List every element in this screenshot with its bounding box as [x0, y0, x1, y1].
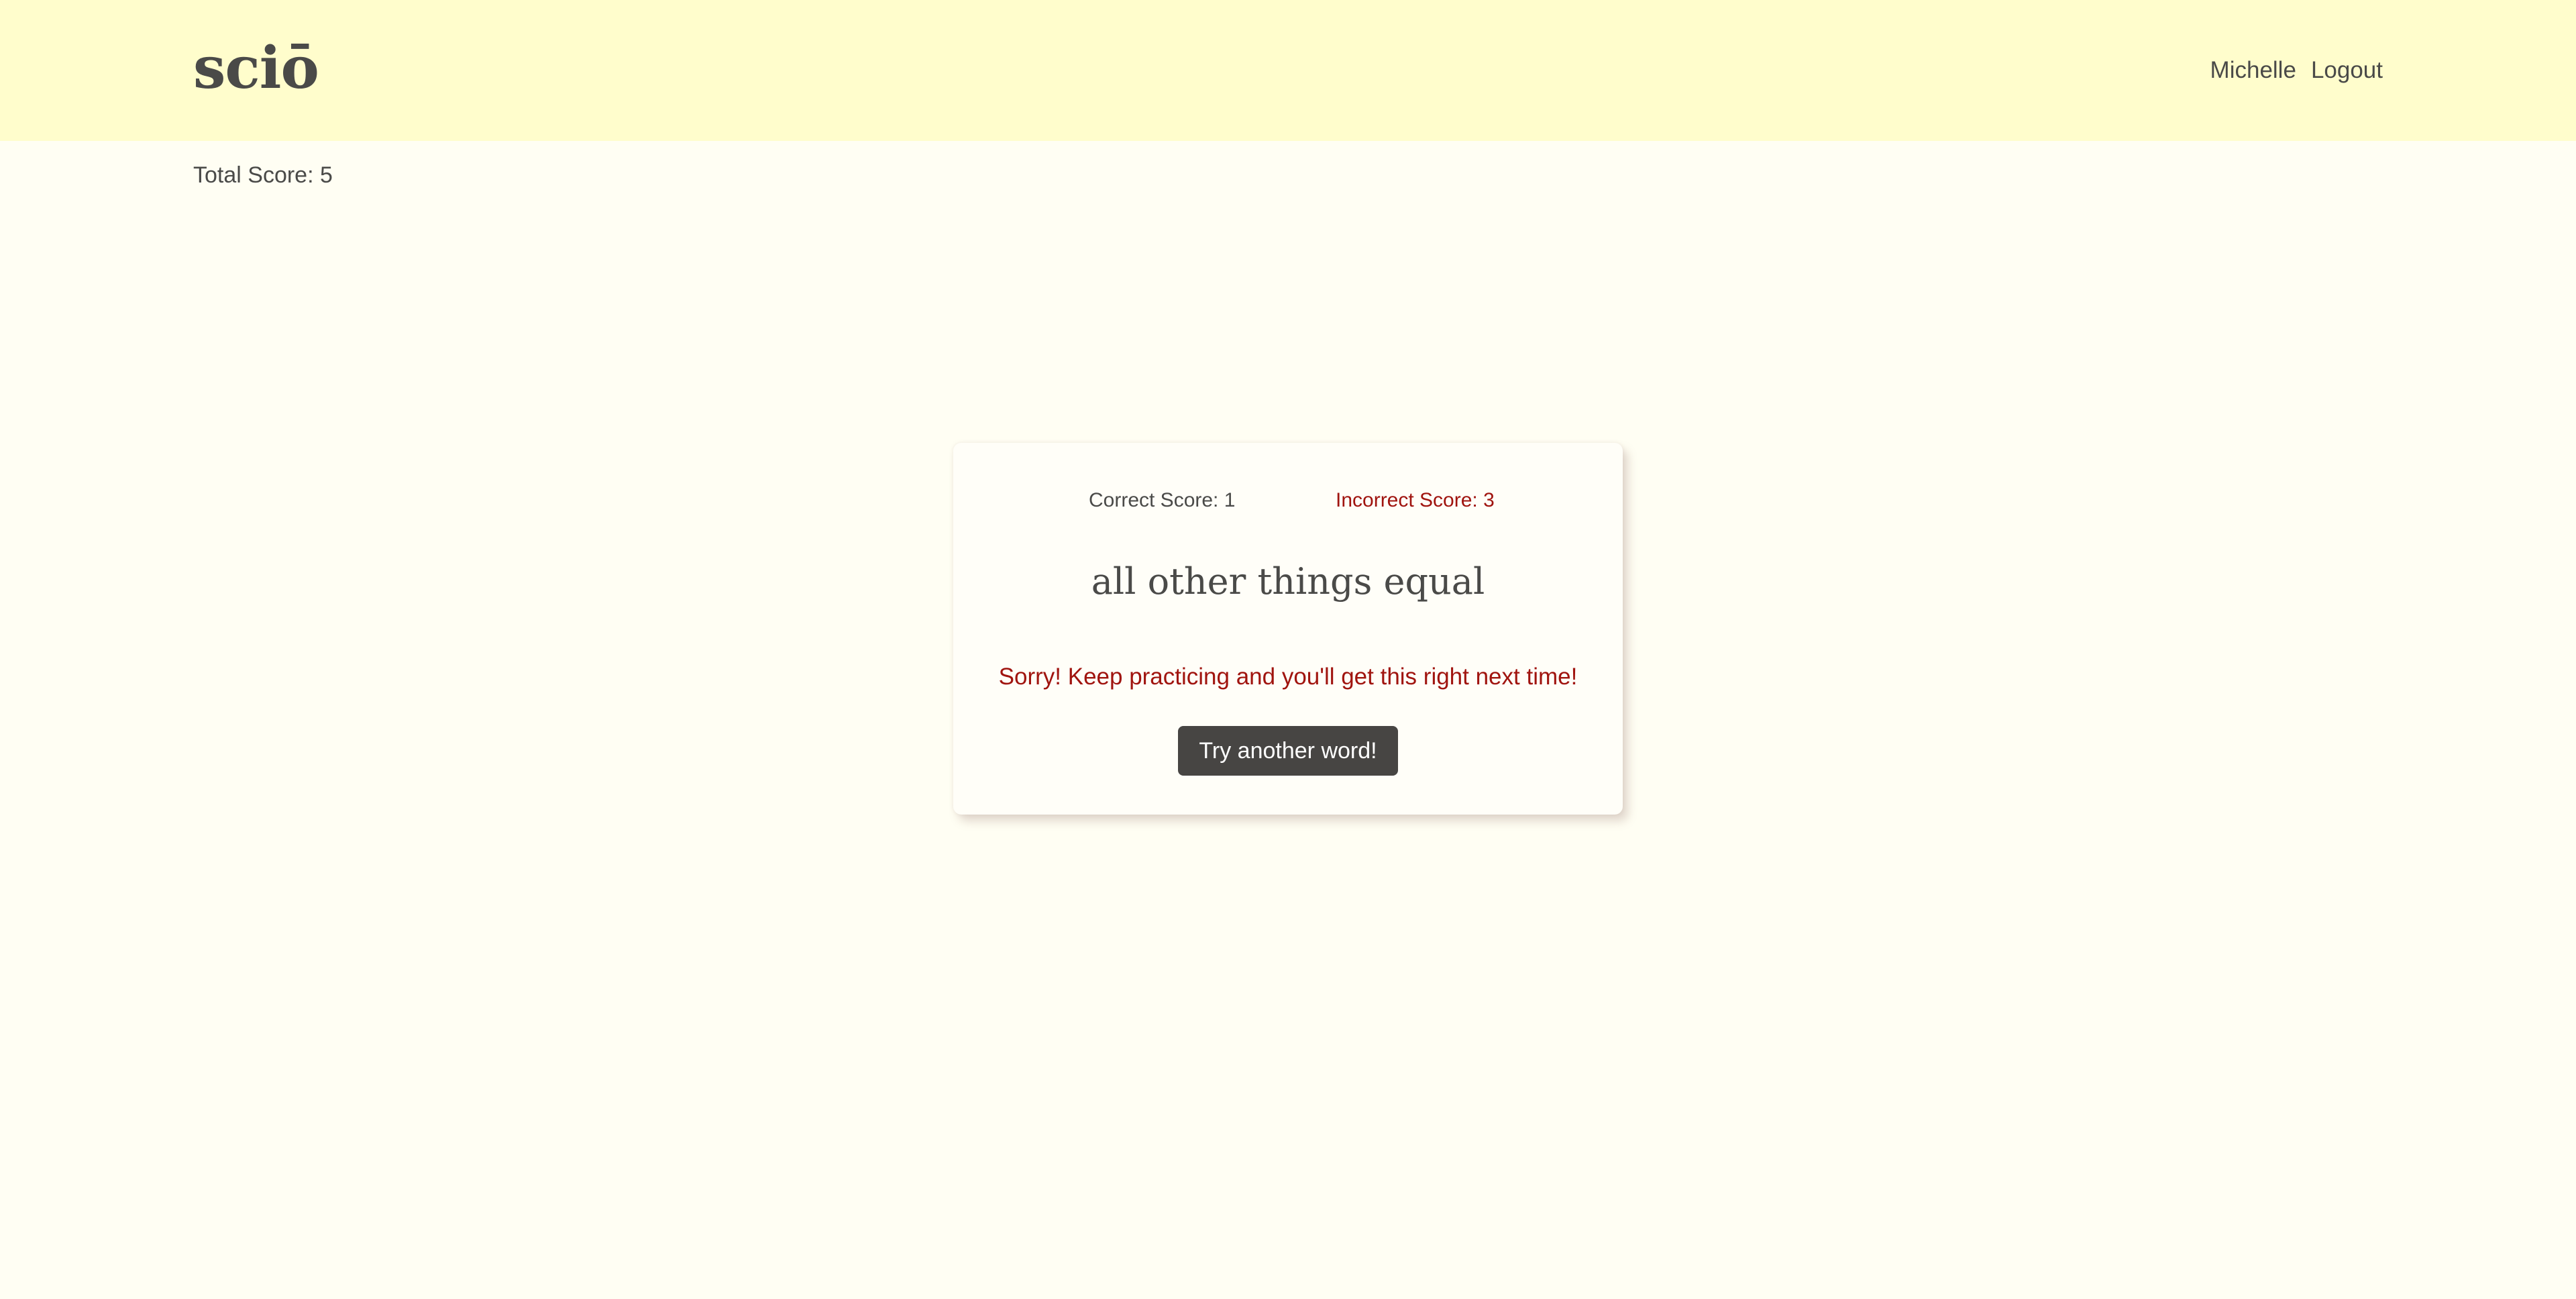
- user-name-link[interactable]: Michelle: [2210, 54, 2296, 87]
- incorrect-score: Incorrect Score: 3: [1336, 489, 1495, 511]
- total-score: Total Score: 5: [193, 162, 333, 188]
- quiz-word: all other things equal: [1091, 560, 1485, 603]
- logout-link[interactable]: Logout: [2311, 54, 2383, 87]
- site-header: sciō Michelle Logout: [0, 0, 2576, 141]
- logo[interactable]: sciō: [193, 35, 319, 102]
- quiz-result-card: Correct Score: 1 Incorrect Score: 3 all …: [953, 443, 1623, 815]
- feedback-message: Sorry! Keep practicing and you'll get th…: [998, 664, 1578, 690]
- correct-score: Correct Score: 1: [1089, 489, 1236, 511]
- try-another-word-button[interactable]: Try another word!: [1178, 726, 1398, 776]
- header-nav: Michelle Logout: [2210, 54, 2383, 87]
